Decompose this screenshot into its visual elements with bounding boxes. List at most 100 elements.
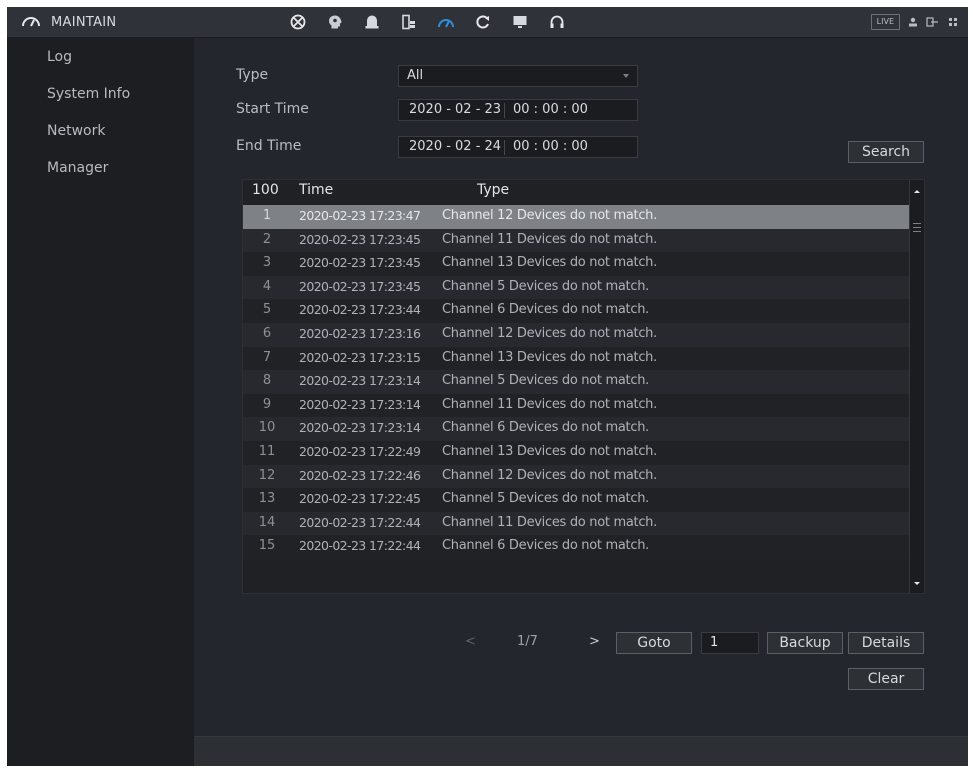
row-type: Channel 6 Devices do not match. (442, 420, 649, 436)
row-type: Channel 6 Devices do not match. (442, 538, 649, 554)
end-time-field[interactable]: 2020 - 02 - 24 00 : 00 : 00 (398, 136, 638, 158)
row-time: 2020-02-23 17:23:45 (299, 231, 421, 247)
table-row[interactable]: 10 2020-02-23 17:23:14 Channel 6 Devices d… (243, 417, 909, 441)
sidebar-item-system-info[interactable]: System Info (7, 83, 194, 120)
nav-maintain[interactable] (427, 7, 464, 37)
nav-backup[interactable] (464, 7, 501, 37)
row-time: 2020-02-23 17:23:16 (299, 325, 421, 341)
goto-page-input[interactable]: 1 (701, 632, 759, 654)
table-row[interactable]: 11 2020-02-23 17:22:49 Channel 13 Devices … (243, 440, 909, 465)
logout-icon[interactable] (926, 17, 940, 27)
type-select-value: All (407, 68, 424, 83)
sidebar: Log System Info Network Manager (7, 38, 194, 766)
main-nav (279, 7, 575, 37)
column-time: Time (299, 182, 334, 198)
row-type: Channel 11 Devices do not match. (442, 514, 657, 530)
column-type: Type (477, 182, 510, 198)
field-divider (504, 103, 505, 118)
search-button[interactable]: Search (848, 141, 924, 163)
row-time: 2020-02-23 17:22:44 (299, 514, 421, 530)
row-time: 2020-02-23 17:23:14 (299, 396, 421, 412)
field-divider (504, 140, 505, 155)
table-row[interactable]: 13 2020-02-23 17:22:45 Channel 5 Devices d… (243, 488, 909, 512)
chevron-down-icon (623, 74, 629, 78)
row-number: 1 (262, 208, 272, 223)
row-type: Channel 13 Devices do not match. (442, 349, 657, 365)
sidebar-item-manager[interactable]: Manager (7, 157, 194, 194)
table-row[interactable]: 2 2020-02-23 17:23:45 Channel 11 Devices d… (243, 228, 909, 253)
sidebar-item-log[interactable]: Log (7, 46, 194, 83)
nav-display[interactable] (501, 7, 538, 37)
table-row[interactable]: 12 2020-02-23 17:22:46 Channel 12 Devices … (243, 464, 909, 489)
row-number: 9 (262, 396, 272, 412)
table-row[interactable]: 1 2020-02-23 17:23:47 Channel 12 Devices d… (243, 205, 909, 229)
ptz-icon (290, 14, 306, 30)
row-time: 2020-02-23 17:23:45 (299, 255, 421, 271)
table-row[interactable]: 3 2020-02-23 17:23:45 Channel 13 Devices d… (243, 252, 909, 276)
clear-button[interactable]: Clear (848, 668, 924, 690)
live-button[interactable]: LIVE (870, 14, 900, 30)
row-type: Channel 12 Devices do not match. (442, 467, 657, 483)
scroll-up-button[interactable] (910, 184, 924, 198)
nav-alarm[interactable] (353, 7, 390, 37)
row-time: 2020-02-23 17:23:14 (299, 420, 421, 436)
row-number: 7 (262, 349, 272, 365)
next-page-button[interactable]: > (589, 634, 600, 649)
goto-button[interactable]: Goto (616, 632, 692, 654)
row-time: 2020-02-23 17:23:14 (299, 373, 421, 389)
row-time: 2020-02-23 17:23:15 (299, 349, 421, 365)
row-type: Channel 13 Devices do not match. (442, 255, 657, 271)
table-row[interactable]: 6 2020-02-23 17:23:16 Channel 12 Devices d… (243, 322, 909, 347)
row-time: 2020-02-23 17:22:49 (299, 443, 421, 459)
log-panel: Type All Start Time 2020 - 02 - 23 00 : … (194, 38, 968, 766)
type-select[interactable]: All (398, 65, 638, 87)
row-type: Channel 12 Devices do not match. (442, 325, 657, 341)
type-label: Type (236, 67, 269, 83)
end-time[interactable]: 00 : 00 : 00 (513, 139, 588, 154)
nav-smart[interactable] (316, 7, 353, 37)
log-table: 100 Time Type 1 2020-02-23 17:23:47 Channe… (242, 179, 925, 594)
storage-icon (401, 14, 417, 30)
grid-icon[interactable] (948, 17, 958, 27)
row-type: Channel 6 Devices do not match. (442, 302, 649, 318)
audio-icon (549, 14, 565, 30)
row-type: Channel 13 Devices do not match. (442, 443, 657, 459)
nav-storage[interactable] (390, 7, 427, 37)
table-row[interactable]: 15 2020-02-23 17:22:44 Channel 6 Devices d… (243, 535, 909, 559)
end-date[interactable]: 2020 - 02 - 24 (409, 139, 501, 154)
backup-button[interactable]: Backup (767, 632, 843, 654)
table-row[interactable]: 8 2020-02-23 17:23:14 Channel 5 Devices do… (243, 370, 909, 394)
start-time-field[interactable]: 2020 - 02 - 23 00 : 00 : 00 (398, 99, 638, 121)
table-row[interactable]: 5 2020-02-23 17:23:44 Channel 6 Devices do… (243, 299, 909, 323)
start-date[interactable]: 2020 - 02 - 23 (409, 102, 501, 117)
row-type: Channel 11 Devices do not match. (442, 231, 657, 247)
table-row[interactable]: 14 2020-02-23 17:22:44 Channel 11 Devices … (243, 511, 909, 536)
maintain-icon (21, 13, 41, 32)
sidebar-item-network[interactable]: Network (7, 120, 194, 157)
details-button[interactable]: Details (848, 632, 924, 654)
nav-ptz[interactable] (279, 7, 316, 37)
alarm-icon (364, 14, 380, 30)
top-bar: MAINTAIN LIVE (7, 7, 968, 38)
scroll-down-button[interactable] (910, 575, 924, 589)
table-row[interactable]: 7 2020-02-23 17:23:15 Channel 13 Devices d… (243, 346, 909, 371)
status-bar (194, 736, 968, 766)
nav-audio[interactable] (538, 7, 575, 37)
page-title: MAINTAIN (51, 14, 117, 30)
user-icon[interactable] (908, 17, 918, 27)
table-scrollbar[interactable] (909, 180, 924, 593)
table-row[interactable]: 9 2020-02-23 17:23:14 Channel 11 Devices d… (243, 393, 909, 418)
row-type: Channel 5 Devices do not match. (442, 278, 649, 294)
row-number: 6 (262, 325, 272, 341)
prev-page-button[interactable]: < (465, 634, 476, 649)
row-type: Channel 11 Devices do not match. (442, 396, 657, 412)
page-indicator: 1/7 (517, 634, 538, 649)
scroll-thumb[interactable] (913, 220, 921, 240)
start-time[interactable]: 00 : 00 : 00 (513, 102, 588, 117)
row-number: 10 (258, 420, 276, 436)
table-row[interactable]: 4 2020-02-23 17:23:45 Channel 5 Devices do… (243, 275, 909, 300)
row-number: 5 (262, 302, 272, 318)
row-time: 2020-02-23 17:23:44 (299, 302, 421, 318)
row-number: 8 (262, 373, 272, 389)
end-time-label: End Time (236, 138, 302, 154)
